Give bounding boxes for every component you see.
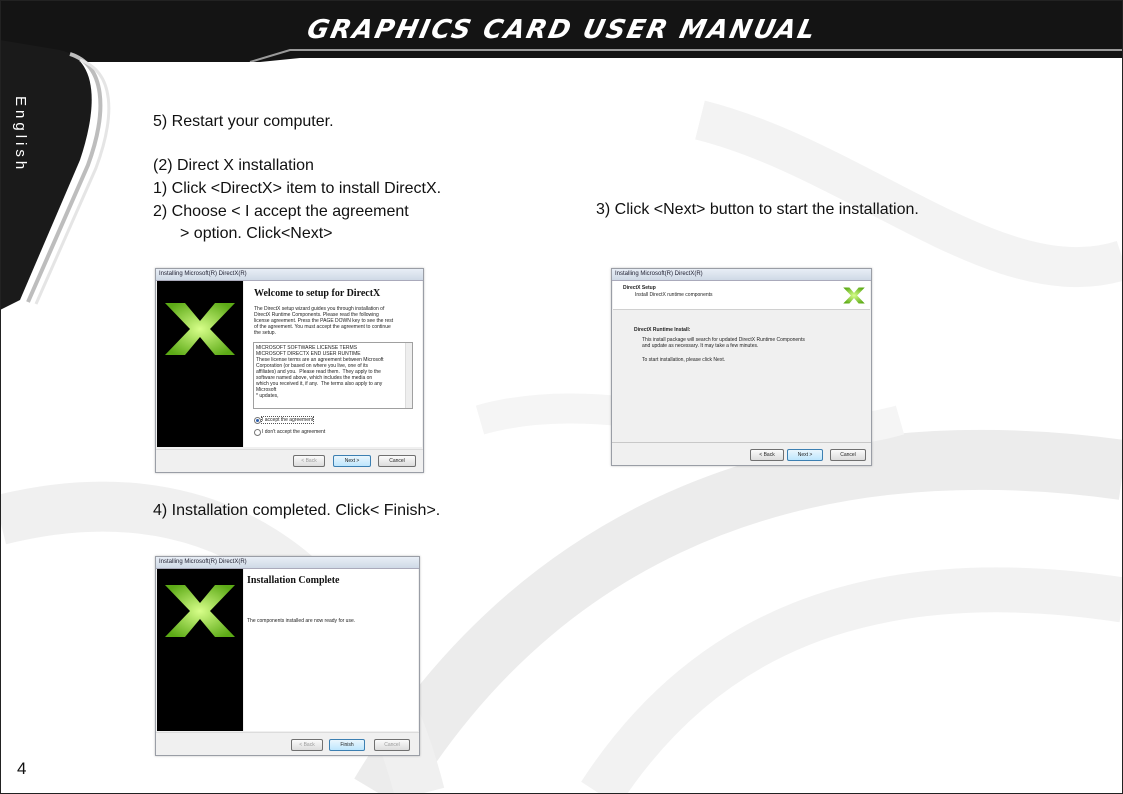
complete-dialog-screenshot: Installing Microsoft(R) DirectX(R) Insta… <box>155 556 420 756</box>
step-restart-text: 5) Restart your computer. <box>153 113 334 130</box>
side-tab-shape <box>0 40 111 310</box>
directx-x-logo-icon <box>843 287 865 304</box>
dialog-button-bar: < Back Next > Cancel <box>612 442 871 465</box>
decline-radio-label[interactable]: I don't accept the agreement <box>262 429 325 435</box>
dialog-heading: DirectX Setup <box>623 285 656 291</box>
back-button[interactable]: < Back <box>293 455 325 467</box>
next-button[interactable]: Next > <box>787 449 823 461</box>
dialog-button-bar: < Back Next > Cancel <box>156 449 423 472</box>
directx-x-logo-icon <box>165 585 235 637</box>
accept-radio[interactable] <box>254 417 261 424</box>
dialog-button-bar: < Back Finish Cancel <box>156 732 419 755</box>
cancel-button[interactable]: Cancel <box>374 739 410 751</box>
directx-logo-panel <box>157 569 243 731</box>
step-3-text: 3) Click <Next> button to start the inst… <box>596 201 919 218</box>
language-tab-label: English <box>12 96 29 174</box>
cancel-button[interactable]: Cancel <box>830 449 866 461</box>
dialog-content-area: Installation Complete The components ins… <box>244 569 418 731</box>
welcome-dialog-screenshot: Installing Microsoft(R) DirectX(R) Welco… <box>155 268 424 473</box>
runtime-install-heading: DirectX Runtime Install: <box>634 327 691 333</box>
step-2-text: 2) Choose < I accept the agreement <box>153 203 409 220</box>
back-button[interactable]: < Back <box>750 449 784 461</box>
page-number: 4 <box>17 759 27 778</box>
dialog-intro-text: The DirectX setup wizard guides you thro… <box>254 306 394 336</box>
step-2-text-continued: > option. Click<Next> <box>180 225 333 242</box>
runtime-install-description: This install package will search for upd… <box>642 337 805 349</box>
dialog-heading: Welcome to setup for DirectX <box>254 288 381 299</box>
decline-radio[interactable] <box>254 429 261 436</box>
completion-message: The components installed are now ready f… <box>247 618 356 624</box>
manual-title: Graphics Card User Manual <box>304 15 820 45</box>
accept-radio-label[interactable]: I accept the agreement <box>260 416 315 424</box>
dialog-heading: Installation Complete <box>247 575 340 586</box>
license-agreement-box[interactable]: MICROSOFT SOFTWARE LICENSE TERMS MICROSO… <box>253 342 413 409</box>
dialog-title-bar: Installing Microsoft(R) DirectX(R) <box>612 269 871 281</box>
dialog-title-bar: Installing Microsoft(R) DirectX(R) <box>156 269 423 281</box>
directx-x-logo-icon <box>165 303 235 355</box>
step-1-text: 1) Click <DirectX> item to install Direc… <box>153 180 442 197</box>
license-scrollbar[interactable] <box>405 343 412 408</box>
dialog-subheading: Install DirectX runtime components <box>635 292 713 298</box>
dialog-title-bar: Installing Microsoft(R) DirectX(R) <box>156 557 419 569</box>
finish-button[interactable]: Finish <box>329 739 365 751</box>
step-4-text: 4) Installation completed. Click< Finish… <box>153 502 441 519</box>
dialog-header-area: DirectX Setup Install DirectX runtime co… <box>613 281 870 310</box>
directx-logo-panel <box>157 281 243 447</box>
license-text: MICROSOFT SOFTWARE LICENSE TERMS MICROSO… <box>256 345 384 399</box>
start-instruction-text: To start installation, please click Next… <box>642 357 726 363</box>
section-title: (2) Direct X installation <box>153 157 314 174</box>
next-button[interactable]: Next > <box>333 455 371 467</box>
dialog-content-area: Welcome to setup for DirectX The DirectX… <box>244 281 422 447</box>
back-button[interactable]: < Back <box>291 739 323 751</box>
setup-dialog-screenshot: Installing Microsoft(R) DirectX(R) Direc… <box>611 268 872 466</box>
cancel-button[interactable]: Cancel <box>378 455 416 467</box>
